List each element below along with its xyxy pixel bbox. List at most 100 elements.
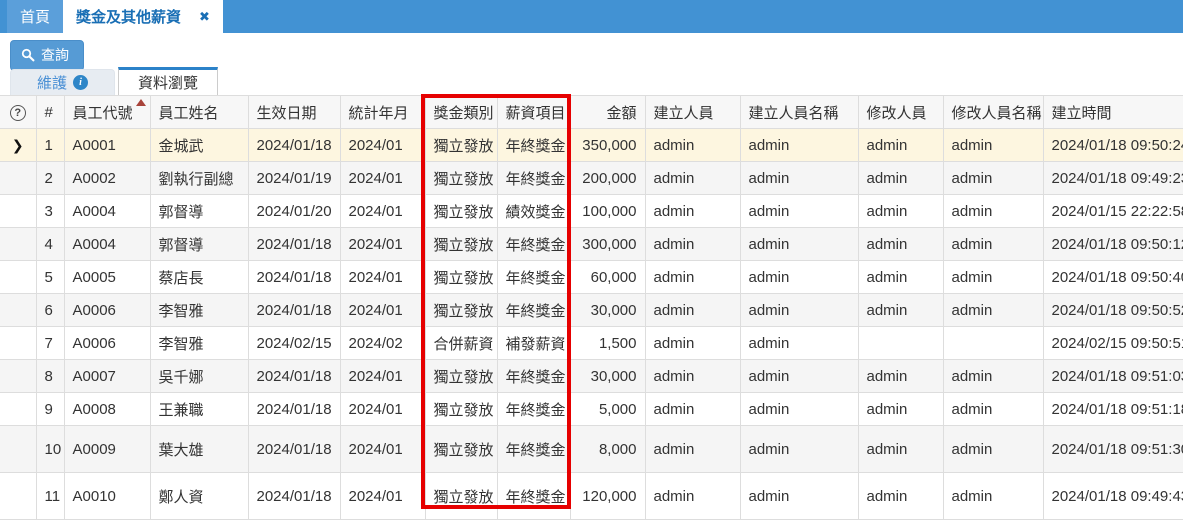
- cell-modified-by[interactable]: admin: [858, 261, 943, 294]
- cell-created-by[interactable]: admin: [645, 294, 740, 327]
- cell-created-name[interactable]: admin: [740, 426, 858, 473]
- cell-bonus-type[interactable]: 獨立發放: [425, 294, 497, 327]
- cell-emp-name[interactable]: 葉大雄: [150, 426, 248, 473]
- cell-salary-item[interactable]: 年終獎金: [497, 360, 570, 393]
- cell-num[interactable]: 4: [36, 228, 64, 261]
- cell-emp-name[interactable]: 蔡店長: [150, 261, 248, 294]
- column-header-amount[interactable]: 金額: [570, 96, 645, 129]
- cell-emp-id[interactable]: A0006: [64, 294, 150, 327]
- cell-bonus-type[interactable]: 獨立發放: [425, 393, 497, 426]
- cell-created-time[interactable]: 2024/01/18 09:50:12: [1043, 228, 1183, 261]
- cell-modified-by[interactable]: admin: [858, 228, 943, 261]
- cell-salary-item[interactable]: 年終獎金: [497, 393, 570, 426]
- cell-num[interactable]: 5: [36, 261, 64, 294]
- cell-created-by[interactable]: admin: [645, 393, 740, 426]
- cell-bonus-type[interactable]: 獨立發放: [425, 195, 497, 228]
- cell-bonus-type[interactable]: 獨立發放: [425, 228, 497, 261]
- cell-bonus-type[interactable]: 獨立發放: [425, 360, 497, 393]
- cell-created-time[interactable]: 2024/01/18 09:50:52: [1043, 294, 1183, 327]
- cell-emp-id[interactable]: A0002: [64, 162, 150, 195]
- table-row[interactable]: 10A0009葉大雄2024/01/182024/01獨立發放年終獎金8,000…: [0, 426, 1183, 473]
- column-header-effective-date[interactable]: 生效日期: [248, 96, 340, 129]
- cell-emp-id[interactable]: A0004: [64, 228, 150, 261]
- cell-amount[interactable]: 350,000: [570, 129, 645, 162]
- cell-created-name[interactable]: admin: [740, 327, 858, 360]
- column-header-help[interactable]: ?: [0, 96, 36, 129]
- cell-salary-item[interactable]: 年終獎金: [497, 162, 570, 195]
- cell-created-by[interactable]: admin: [645, 473, 740, 520]
- cell-created-by[interactable]: admin: [645, 228, 740, 261]
- cell-modified-name[interactable]: admin: [943, 261, 1043, 294]
- cell-modified-name[interactable]: [943, 327, 1043, 360]
- tab-data-browse[interactable]: 資料瀏覽: [118, 67, 218, 95]
- cell-modified-by[interactable]: admin: [858, 426, 943, 473]
- cell-emp-id[interactable]: A0010: [64, 473, 150, 520]
- cell-num[interactable]: 8: [36, 360, 64, 393]
- column-header-modified-by[interactable]: 修改人員: [858, 96, 943, 129]
- cell-created-name[interactable]: admin: [740, 261, 858, 294]
- column-header-emp-name[interactable]: 員工姓名: [150, 96, 248, 129]
- close-tab-icon[interactable]: ✖: [199, 10, 210, 23]
- cell-created-name[interactable]: admin: [740, 360, 858, 393]
- cell-stat-month[interactable]: 2024/01: [340, 228, 425, 261]
- cell-salary-item[interactable]: 年終獎金: [497, 129, 570, 162]
- tab-maintain[interactable]: 維護 i: [10, 69, 115, 95]
- cell-created-name[interactable]: admin: [740, 228, 858, 261]
- cell-eff-date[interactable]: 2024/01/18: [248, 228, 340, 261]
- cell-salary-item[interactable]: 年終獎金: [497, 294, 570, 327]
- column-header-stat-month[interactable]: 統計年月: [340, 96, 425, 129]
- cell-emp-name[interactable]: 鄭人資: [150, 473, 248, 520]
- cell-emp-name[interactable]: 郭督導: [150, 228, 248, 261]
- cell-num[interactable]: 11: [36, 473, 64, 520]
- column-header-emp-id[interactable]: 員工代號: [64, 96, 150, 129]
- cell-eff-date[interactable]: 2024/01/19: [248, 162, 340, 195]
- cell-salary-item[interactable]: 年終獎金: [497, 426, 570, 473]
- column-header-created-time[interactable]: 建立時間: [1043, 96, 1183, 129]
- cell-num[interactable]: 7: [36, 327, 64, 360]
- cell-created-time[interactable]: 2024/01/18 09:51:03: [1043, 360, 1183, 393]
- cell-created-time[interactable]: 2024/01/18 09:49:23: [1043, 162, 1183, 195]
- cell-created-time[interactable]: 2024/01/18 09:50:24: [1043, 129, 1183, 162]
- cell-salary-item[interactable]: 年終獎金: [497, 228, 570, 261]
- cell-created-time[interactable]: 2024/02/15 09:50:51: [1043, 327, 1183, 360]
- column-header-bonus-type[interactable]: 獎金類別: [425, 96, 497, 129]
- cell-salary-item[interactable]: 年終獎金: [497, 473, 570, 520]
- cell-amount[interactable]: 60,000: [570, 261, 645, 294]
- column-header-created-by[interactable]: 建立人員: [645, 96, 740, 129]
- cell-bonus-type[interactable]: 獨立發放: [425, 129, 497, 162]
- cell-eff-date[interactable]: 2024/01/18: [248, 393, 340, 426]
- cell-amount[interactable]: 100,000: [570, 195, 645, 228]
- cell-emp-name[interactable]: 李智雅: [150, 327, 248, 360]
- table-row[interactable]: 4A0004郭督導2024/01/182024/01獨立發放年終獎金300,00…: [0, 228, 1183, 261]
- cell-modified-name[interactable]: admin: [943, 360, 1043, 393]
- cell-created-by[interactable]: admin: [645, 360, 740, 393]
- cell-modified-name[interactable]: admin: [943, 195, 1043, 228]
- cell-modified-by[interactable]: admin: [858, 294, 943, 327]
- column-header-rownum[interactable]: #: [36, 96, 64, 129]
- cell-created-by[interactable]: admin: [645, 261, 740, 294]
- cell-eff-date[interactable]: 2024/02/15: [248, 327, 340, 360]
- table-row[interactable]: 9A0008王兼職2024/01/182024/01獨立發放年終獎金5,000a…: [0, 393, 1183, 426]
- cell-modified-name[interactable]: admin: [943, 162, 1043, 195]
- table-row[interactable]: 11A0010鄭人資2024/01/182024/01獨立發放年終獎金120,0…: [0, 473, 1183, 520]
- tab-home[interactable]: 首頁: [7, 0, 63, 33]
- cell-num[interactable]: 10: [36, 426, 64, 473]
- table-row[interactable]: 8A0007吳千娜2024/01/182024/01獨立發放年終獎金30,000…: [0, 360, 1183, 393]
- cell-created-name[interactable]: admin: [740, 393, 858, 426]
- cell-modified-by[interactable]: admin: [858, 195, 943, 228]
- cell-num[interactable]: 6: [36, 294, 64, 327]
- cell-created-by[interactable]: admin: [645, 195, 740, 228]
- cell-emp-name[interactable]: 吳千娜: [150, 360, 248, 393]
- cell-salary-item[interactable]: 年終獎金: [497, 261, 570, 294]
- cell-created-name[interactable]: admin: [740, 195, 858, 228]
- cell-num[interactable]: 3: [36, 195, 64, 228]
- cell-amount[interactable]: 1,500: [570, 327, 645, 360]
- cell-created-name[interactable]: admin: [740, 129, 858, 162]
- cell-stat-month[interactable]: 2024/01: [340, 195, 425, 228]
- cell-num[interactable]: 1: [36, 129, 64, 162]
- cell-modified-by[interactable]: admin: [858, 393, 943, 426]
- cell-stat-month[interactable]: 2024/01: [340, 162, 425, 195]
- column-header-created-by-name[interactable]: 建立人員名稱: [740, 96, 858, 129]
- table-row[interactable]: ❯1A0001金城武2024/01/182024/01獨立發放年終獎金350,0…: [0, 129, 1183, 162]
- table-row[interactable]: 7A0006李智雅2024/02/152024/02合併薪資補發薪資1,500a…: [0, 327, 1183, 360]
